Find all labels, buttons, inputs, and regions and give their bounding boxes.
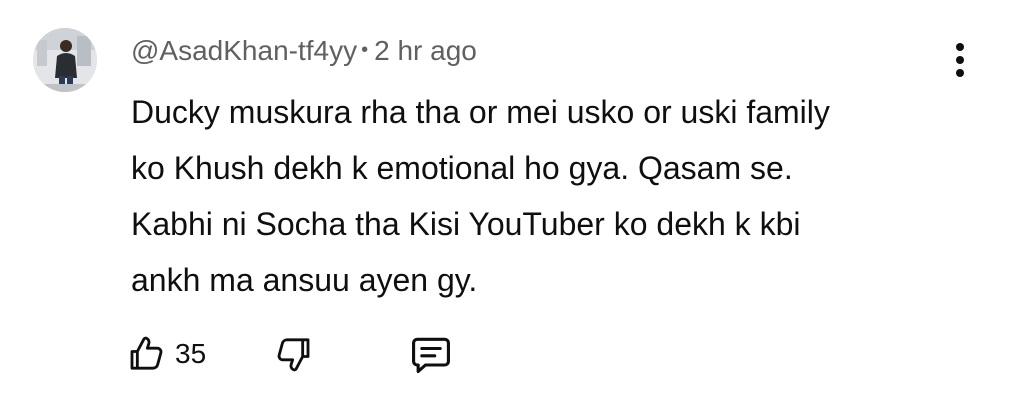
comment-line: ankh ma ansuu ayen gy.	[131, 262, 478, 298]
author-handle[interactable]: @AsadKhan-tf4yy	[131, 35, 357, 66]
avatar[interactable]	[33, 28, 97, 92]
comment-text: Ducky muskura rha tha or mei usko or usk…	[131, 84, 951, 308]
comment-reply-icon	[412, 337, 450, 373]
comment-header: @AsadKhan-tf4yy • 2 hr ago	[131, 32, 477, 73]
avatar-photo	[33, 28, 97, 92]
reply-button[interactable]	[409, 330, 453, 378]
comment-line: ko Khush dekh k emotional ho gya. Qasam …	[131, 150, 793, 186]
comment-line: Kabhi ni Socha tha Kisi YouTuber ko dekh…	[131, 206, 801, 242]
comment-timestamp[interactable]: 2 hr ago	[374, 35, 477, 66]
comment-line: Ducky muskura rha tha or mei usko or usk…	[131, 94, 830, 130]
comment-card: @AsadKhan-tf4yy • 2 hr ago Ducky muskura r…	[0, 0, 1024, 400]
dislike-button[interactable]	[273, 330, 313, 378]
more-options-button[interactable]	[944, 40, 976, 80]
thumb-down-icon	[277, 338, 310, 372]
header-separator: •	[361, 39, 369, 61]
like-count: 35	[175, 338, 207, 369]
like-button[interactable]: 35	[127, 330, 206, 378]
more-vertical-icon	[956, 43, 964, 51]
thumb-up-icon	[130, 336, 163, 370]
